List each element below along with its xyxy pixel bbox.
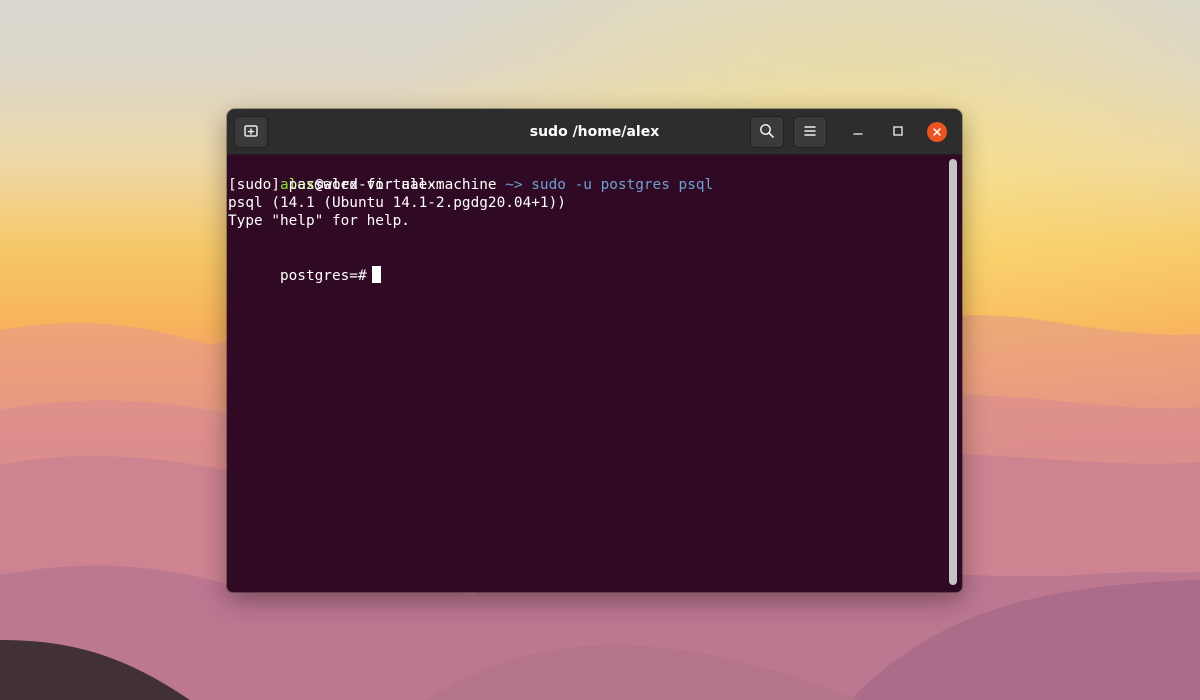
command-text: sudo -u postgres psql — [522, 177, 714, 193]
minimize-icon — [851, 123, 865, 142]
psql-version-output: psql (14.1 (Ubuntu 14.1-2.pgdg20.04+1)) — [228, 195, 566, 211]
maximize-button[interactable] — [888, 122, 908, 142]
close-icon — [931, 123, 943, 142]
terminal-output-area[interactable]: alex@alex-virtual-machine ~> sudo -u pos… — [227, 155, 962, 592]
prompt-directory: ~> — [496, 177, 523, 193]
close-button[interactable] — [927, 122, 947, 142]
terminal-cursor — [371, 266, 381, 283]
postgres-prompt: postgres=# — [279, 268, 367, 284]
terminal-scrollbar[interactable] — [949, 159, 957, 585]
terminal-window[interactable]: sudo /home/alex alex@alex-virtual-machin… — [227, 109, 962, 592]
terminal-command-line: alex@alex-virtual-machine ~> sudo -u pos… — [228, 158, 713, 193]
new-tab-button[interactable] — [234, 116, 268, 148]
minimize-button[interactable] — [848, 122, 868, 142]
maximize-icon — [891, 123, 905, 142]
search-button[interactable] — [750, 116, 784, 148]
menu-button[interactable] — [793, 116, 827, 148]
search-icon — [758, 122, 776, 143]
postgres-prompt-line[interactable]: postgres=# — [228, 248, 381, 284]
sudo-password-prompt: [sudo] password for alex: — [228, 177, 445, 193]
terminal-title-bar[interactable]: sudo /home/alex — [227, 109, 962, 155]
psql-help-output: Type "help" for help. — [228, 213, 410, 229]
new-tab-icon — [242, 122, 260, 143]
hamburger-menu-icon — [801, 122, 819, 143]
